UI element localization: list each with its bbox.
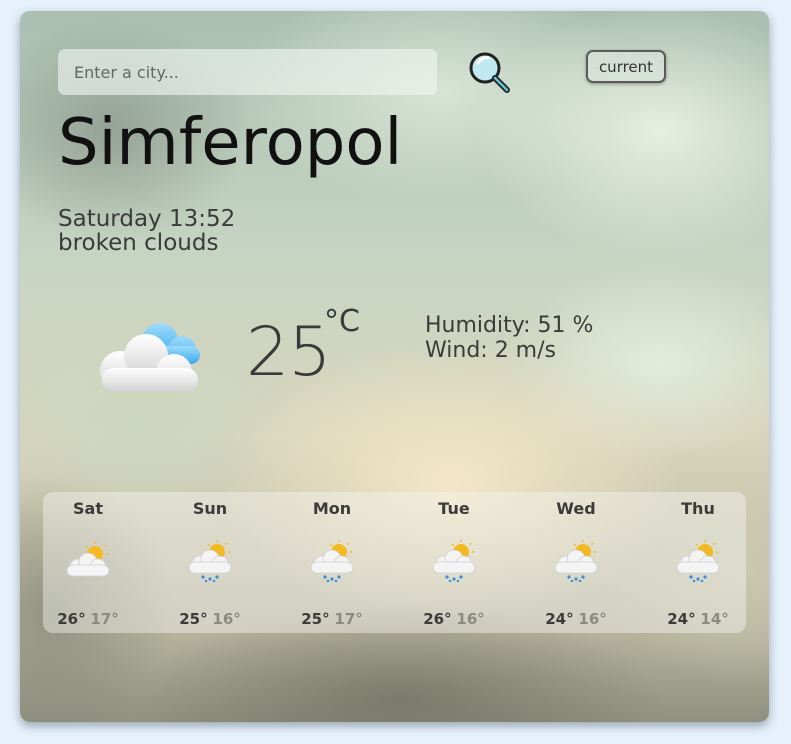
forecast-high: 26° bbox=[423, 610, 452, 628]
temperature-unit: °C bbox=[324, 304, 360, 339]
forecast-day: Thu 24° 14° bbox=[653, 492, 743, 633]
forecast-temps: 26° 17° bbox=[43, 610, 133, 628]
forecast-day-name: Tue bbox=[438, 499, 470, 518]
forecast-day-name: Thu bbox=[681, 499, 715, 518]
forecast-day: Mon 25° 17° bbox=[287, 492, 377, 633]
current-temperature: 25 bbox=[246, 313, 332, 392]
forecast-day: Sun 25° 16° bbox=[165, 492, 255, 633]
partly-cloudy-rain-icon bbox=[432, 540, 476, 582]
forecast-day-name: Sun bbox=[192, 499, 228, 518]
forecast-temps: 25° 16° bbox=[165, 610, 255, 628]
partly-cloudy-rain-icon bbox=[188, 540, 232, 582]
forecast-temps: 24° 16° bbox=[531, 610, 621, 628]
forecast-low: 17° bbox=[334, 610, 363, 628]
forecast-day-name: Wed bbox=[556, 499, 596, 518]
partly-cloudy-rain-icon bbox=[676, 540, 720, 582]
forecast-low: 14° bbox=[700, 610, 729, 628]
wind-value: Wind: 2 m/s bbox=[425, 338, 556, 363]
forecast-day: Wed 24° 16° bbox=[531, 492, 621, 633]
forecast-high: 26° bbox=[57, 610, 86, 628]
forecast-temps: 26° 16° bbox=[409, 610, 499, 628]
forecast-high: 25° bbox=[301, 610, 330, 628]
forecast-high: 24° bbox=[667, 610, 696, 628]
weather-description: broken clouds bbox=[58, 230, 219, 256]
weather-card: current Simferopol Saturday 13:52 broken… bbox=[20, 11, 769, 722]
search-button[interactable] bbox=[466, 49, 512, 95]
partly-cloudy-rain-icon bbox=[310, 540, 354, 582]
date-time: Saturday 13:52 bbox=[58, 206, 236, 232]
forecast-strip: Sat 26° 17° Sun 25° 16° Mon 25° 17° Tue … bbox=[43, 492, 746, 633]
forecast-day: Sat 26° 17° bbox=[43, 492, 133, 633]
forecast-temps: 25° 17° bbox=[287, 610, 377, 628]
current-location-button[interactable]: current bbox=[586, 50, 666, 83]
partly-cloudy-icon bbox=[66, 542, 110, 577]
forecast-low: 16° bbox=[212, 610, 241, 628]
forecast-low: 17° bbox=[90, 610, 119, 628]
search-input[interactable] bbox=[58, 49, 437, 95]
forecast-high: 25° bbox=[179, 610, 208, 628]
city-name: Simferopol bbox=[58, 106, 403, 180]
forecast-high: 24° bbox=[545, 610, 574, 628]
forecast-low: 16° bbox=[578, 610, 607, 628]
forecast-day-name: Sat bbox=[73, 499, 103, 518]
forecast-day: Tue 26° 16° bbox=[409, 492, 499, 633]
forecast-temps: 24° 14° bbox=[653, 610, 743, 628]
cloud-icon bbox=[100, 323, 200, 392]
forecast-day-name: Mon bbox=[312, 499, 352, 518]
forecast-low: 16° bbox=[456, 610, 485, 628]
humidity-value: Humidity: 51 % bbox=[425, 313, 594, 338]
partly-cloudy-rain-icon bbox=[554, 540, 598, 582]
magnifier-icon bbox=[469, 52, 510, 93]
